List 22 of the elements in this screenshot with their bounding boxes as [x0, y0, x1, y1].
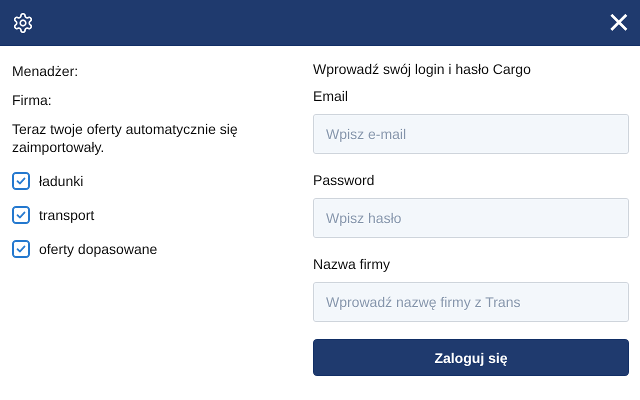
input-field[interactable]: Wpisz e-mail: [313, 114, 629, 154]
input-field[interactable]: Wprowadź nazwę firmy z Trans: [313, 282, 629, 322]
check-icon: [15, 175, 27, 187]
settings-icon[interactable]: [12, 12, 34, 34]
close-button[interactable]: ×: [608, 4, 630, 42]
checkbox-label: transport: [39, 207, 94, 223]
checkbox-label: ładunki: [39, 173, 84, 189]
checkbox[interactable]: [12, 206, 30, 224]
login-button[interactable]: Zaloguj się: [313, 339, 629, 376]
form-heading: Wprowadź swój login i hasło Cargo: [313, 60, 532, 78]
manager-label: Menadżer:: [12, 62, 80, 80]
checkbox-label: oferty dopasowane: [39, 241, 158, 257]
checkbox[interactable]: [12, 172, 30, 190]
field-label: Email: [313, 87, 350, 105]
check-icon: [15, 209, 27, 221]
field-label: Password: [313, 171, 376, 189]
checkbox[interactable]: [12, 240, 30, 258]
input-field[interactable]: Wpisz hasło: [313, 198, 629, 238]
company-label: Firma:: [12, 91, 53, 109]
import-message: Teraz twoje oferty automatycznie się zaimportowały.: [12, 120, 239, 156]
check-icon: [15, 243, 27, 255]
field-label: Nazwa firmy: [313, 255, 392, 273]
